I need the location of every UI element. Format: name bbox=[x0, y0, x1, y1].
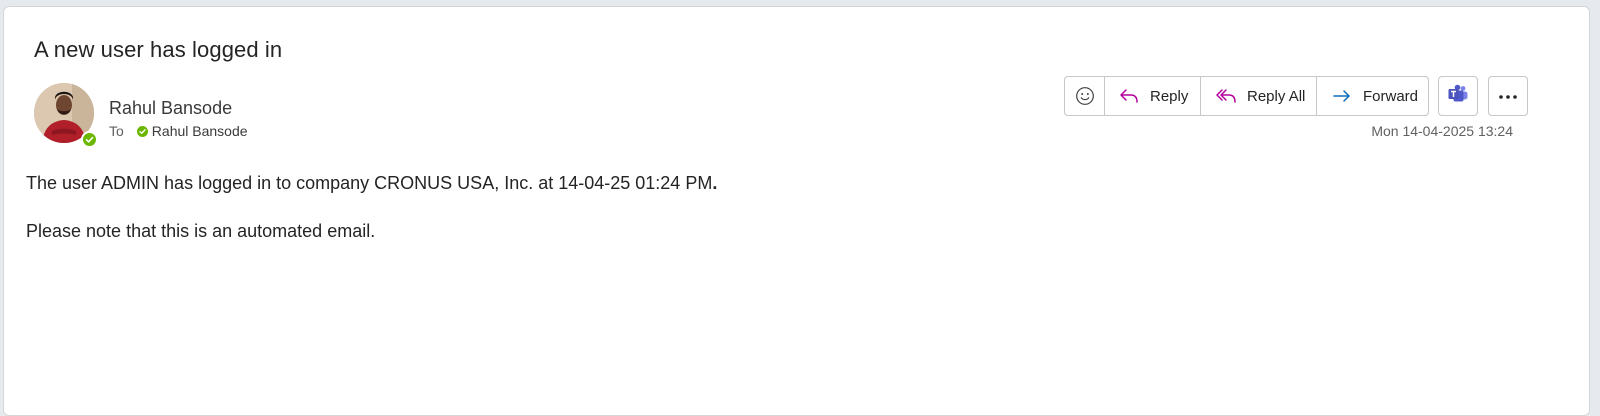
to-label: To bbox=[109, 123, 124, 139]
message-actions-toolbar: Reply Reply All Forward bbox=[1064, 76, 1429, 116]
email-body-paragraph: The user ADMIN has logged in to company … bbox=[26, 173, 717, 194]
forward-label: Forward bbox=[1363, 87, 1419, 105]
sender-name[interactable]: Rahul Bansode bbox=[109, 98, 232, 119]
react-button[interactable] bbox=[1065, 77, 1105, 115]
more-horizontal-icon bbox=[1498, 87, 1518, 105]
reply-arrow-icon bbox=[1118, 86, 1140, 106]
email-body-note: Please note that this is an automated em… bbox=[26, 221, 376, 241]
email-reading-pane: A new user has logged in Rahul Bansode T… bbox=[3, 6, 1590, 416]
teams-icon bbox=[1447, 84, 1469, 109]
presence-status-badge bbox=[81, 131, 98, 148]
email-timestamp: Mon 14-04-2025 13:24 bbox=[1371, 123, 1513, 139]
body-text-line1-end: . bbox=[712, 173, 718, 193]
body-text-line1: The user ADMIN has logged in to company … bbox=[26, 173, 713, 193]
reply-all-label: Reply All bbox=[1247, 87, 1306, 105]
more-actions-button[interactable] bbox=[1488, 76, 1528, 116]
reply-all-arrow-icon bbox=[1215, 86, 1237, 106]
recipient-presence-icon bbox=[136, 125, 148, 137]
email-subject: A new user has logged in bbox=[34, 37, 283, 62]
reply-all-button[interactable]: Reply All bbox=[1201, 77, 1317, 115]
reply-button[interactable]: Reply bbox=[1105, 77, 1201, 115]
reply-label: Reply bbox=[1150, 87, 1189, 105]
recipient-name[interactable]: Rahul Bansode bbox=[152, 123, 248, 139]
recipients-row: To Rahul Bansode bbox=[109, 123, 248, 139]
forward-arrow-icon bbox=[1331, 86, 1353, 106]
share-to-teams-button[interactable] bbox=[1438, 76, 1478, 116]
smiley-icon bbox=[1075, 86, 1095, 106]
forward-button[interactable]: Forward bbox=[1317, 77, 1428, 115]
